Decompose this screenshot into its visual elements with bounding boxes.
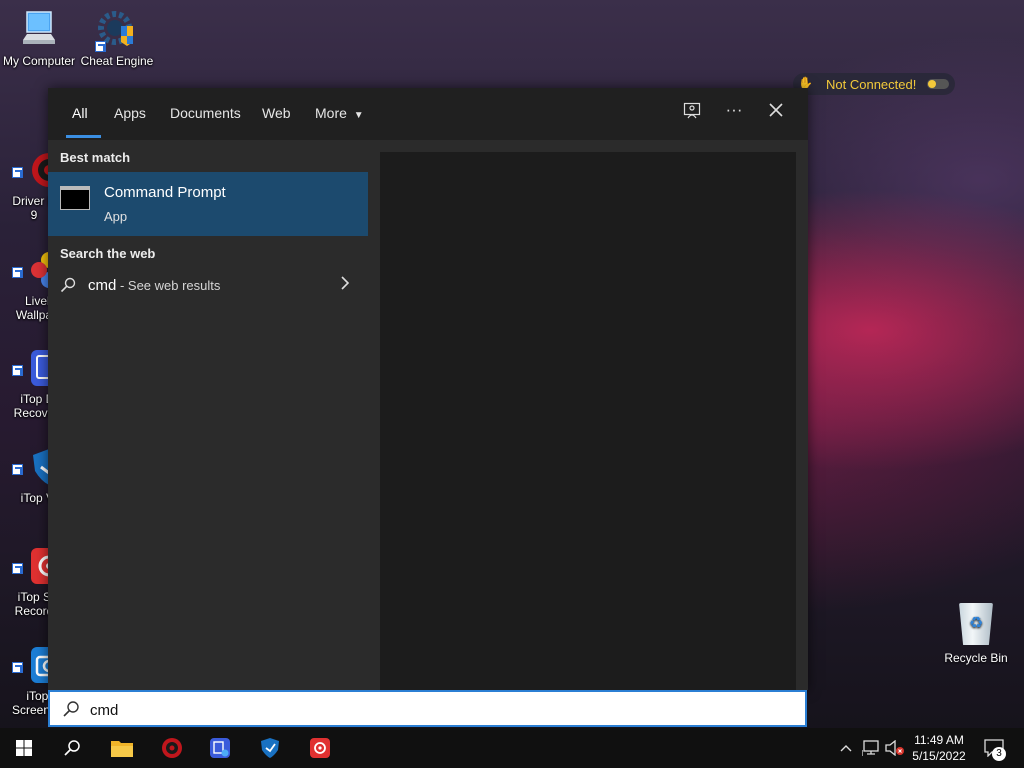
tab-more-label: More	[315, 105, 347, 121]
search-input[interactable]	[88, 698, 692, 722]
web-result-item[interactable]: cmd - See web results	[48, 272, 368, 302]
desktop-icon-cheat-engine[interactable]: Cheat Engine	[79, 10, 155, 68]
chevron-right-icon[interactable]	[340, 275, 350, 296]
folder-icon	[111, 741, 133, 757]
web-query: cmd	[88, 277, 117, 294]
itop-screen-recorder-icon	[310, 738, 330, 758]
taskbar-search-button[interactable]	[48, 728, 96, 768]
desktop-icon-recycle-bin[interactable]: Recycle Bin	[940, 603, 1012, 665]
active-tab-indicator	[66, 135, 101, 138]
search-web-heading: Search the web	[60, 246, 156, 261]
taskbar-itop-vpn[interactable]	[246, 728, 294, 768]
taskbar: 11:49 AM 5/15/2022 3	[0, 728, 1024, 768]
tab-documents[interactable]: Documents	[170, 105, 241, 121]
web-hint: - See web results	[116, 278, 221, 293]
clock-time: 11:49 AM	[914, 733, 964, 747]
itop-data-recovery-icon	[210, 738, 230, 758]
recycle-bin-icon	[959, 603, 993, 645]
taskbar-itop-data-recovery[interactable]	[196, 728, 244, 768]
itop-vpn-icon	[261, 738, 279, 758]
close-icon[interactable]	[765, 102, 787, 124]
taskbar-driver-booster[interactable]	[148, 728, 196, 768]
result-title: Command Prompt	[104, 184, 226, 201]
desktop-icon-label: Recycle Bin	[944, 651, 1008, 665]
computer-icon	[19, 10, 59, 50]
best-match-command-prompt[interactable]: Command Prompt App	[48, 172, 368, 236]
search-box[interactable]	[48, 690, 807, 727]
tab-all[interactable]: All	[72, 105, 88, 121]
vpn-status-widget[interactable]: ✋ Not Connected!	[793, 73, 955, 95]
taskbar-itop-screen-recorder[interactable]	[296, 728, 344, 768]
system-clock[interactable]: 11:49 AM 5/15/2022	[900, 732, 978, 764]
best-match-heading: Best match	[60, 150, 131, 165]
more-options-icon[interactable]: ···	[723, 99, 745, 121]
caret-down-icon: ▼	[353, 110, 364, 121]
vpn-toggle[interactable]	[927, 79, 949, 89]
result-subtitle: App	[104, 209, 128, 224]
show-hidden-icons[interactable]	[836, 728, 856, 768]
tab-apps[interactable]: Apps	[114, 105, 146, 121]
start-button[interactable]	[0, 728, 48, 768]
results-pane: Best match Command Prompt App Search the…	[48, 140, 368, 690]
command-prompt-icon	[60, 186, 90, 210]
windows-icon	[16, 740, 32, 756]
desktop-icon-label: Cheat Engine	[80, 54, 154, 68]
desktop-icon-label: My Computer	[2, 54, 76, 68]
tab-web[interactable]: Web	[262, 105, 291, 121]
notification-count: 3	[992, 747, 1006, 761]
tab-more[interactable]: More ▼	[315, 105, 364, 121]
search-icon	[64, 740, 80, 756]
search-tabs-bar: All Apps Documents Web More ▼ ···	[48, 88, 808, 140]
network-icon[interactable]	[860, 728, 882, 768]
search-icon	[60, 277, 76, 293]
chevron-up-icon	[840, 745, 852, 752]
taskbar-file-explorer[interactable]	[98, 728, 146, 768]
cheat-engine-icon	[95, 10, 137, 52]
preview-pane	[368, 140, 808, 690]
action-center-button[interactable]: 3	[980, 728, 1008, 768]
driver-booster-icon	[162, 738, 182, 758]
desktop-icon-my-computer[interactable]: My Computer	[1, 10, 77, 68]
feedback-icon[interactable]	[681, 102, 703, 124]
search-panel: All Apps Documents Web More ▼ ··· Best m…	[48, 88, 808, 690]
vpn-status-label: Not Connected!	[826, 76, 917, 92]
search-icon	[62, 700, 80, 718]
clock-date: 5/15/2022	[912, 749, 966, 763]
preview-area	[380, 152, 796, 690]
